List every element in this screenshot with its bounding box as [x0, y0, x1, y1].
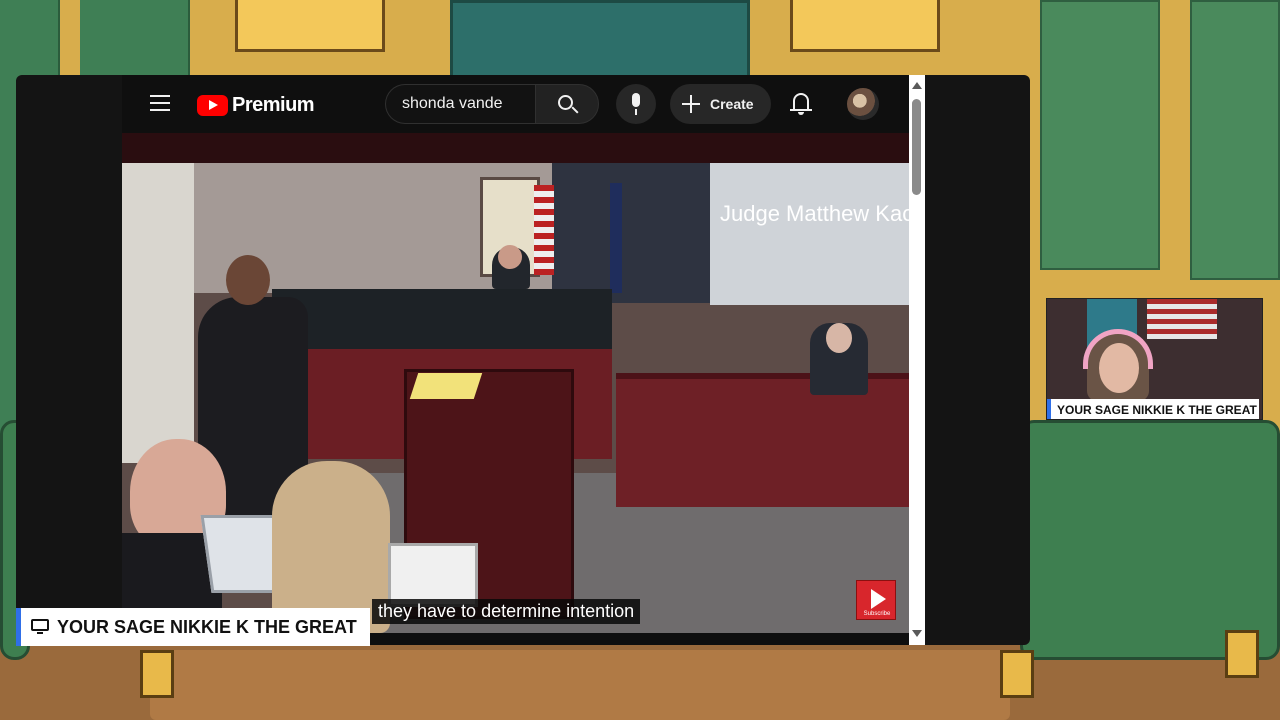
browser-window: Premium Create	[16, 75, 1030, 645]
flag-image	[534, 185, 554, 275]
youtube-logo[interactable]: Premium	[197, 93, 315, 117]
nameplate-text: YOUR SAGE NIKKIE K THE GREAT	[57, 616, 357, 637]
flag-image	[1147, 299, 1217, 339]
page-scrollbar[interactable]	[909, 75, 925, 645]
plus-icon	[682, 95, 700, 113]
voice-search-button[interactable]	[616, 84, 656, 124]
play-icon	[871, 589, 886, 609]
streamer-nameplate: YOUR SAGE NIKKIE K THE GREAT	[16, 608, 370, 646]
menu-icon[interactable]	[150, 95, 170, 111]
background-chair-leg	[1225, 630, 1259, 678]
subscribe-button[interactable]: Subscribe	[856, 580, 896, 620]
create-button[interactable]: Create	[670, 84, 771, 124]
video-player[interactable]: Judge Matthew Kacel	[122, 163, 909, 633]
webcam-label: YOUR SAGE NIKKIE K THE GREAT	[1047, 399, 1259, 419]
create-label: Create	[710, 96, 754, 112]
logo-text: Premium	[232, 93, 315, 116]
background-panel-far-right	[1190, 0, 1280, 280]
search-input[interactable]	[402, 95, 519, 113]
laptop	[388, 543, 478, 607]
background-armchair-right	[1020, 420, 1280, 660]
monitor-icon	[31, 619, 49, 635]
youtube-header: Premium Create	[122, 75, 925, 133]
webcam-feed: YOUR SAGE NIKKIE K THE GREAT	[1046, 298, 1263, 420]
mic-icon	[632, 93, 640, 107]
background-chair-leg	[140, 650, 174, 698]
search-button[interactable]	[535, 84, 599, 124]
background-rug	[150, 650, 1010, 720]
courtroom-screen	[710, 163, 909, 305]
avatar[interactable]	[847, 88, 879, 120]
banner-strip	[122, 133, 925, 163]
background-panel	[80, 0, 190, 80]
bell-icon[interactable]	[790, 91, 812, 117]
video-subtitle: they have to determine intention	[372, 599, 641, 624]
background-window	[450, 0, 750, 80]
scroll-thumb[interactable]	[912, 99, 921, 195]
youtube-page: Premium Create	[122, 75, 925, 645]
screen-caption: Judge Matthew Kacel	[720, 201, 909, 226]
background-panel-right	[1040, 0, 1160, 270]
background-lamp-left	[235, 0, 385, 52]
scroll-down-arrow-icon[interactable]	[912, 630, 922, 637]
scroll-up-arrow-icon[interactable]	[912, 82, 922, 89]
background-lamp-right	[790, 0, 940, 52]
youtube-logo-icon	[197, 94, 228, 116]
subscribe-label: Subscribe	[863, 611, 891, 617]
search-box[interactable]	[385, 84, 535, 124]
background-chair-leg	[1000, 650, 1034, 698]
